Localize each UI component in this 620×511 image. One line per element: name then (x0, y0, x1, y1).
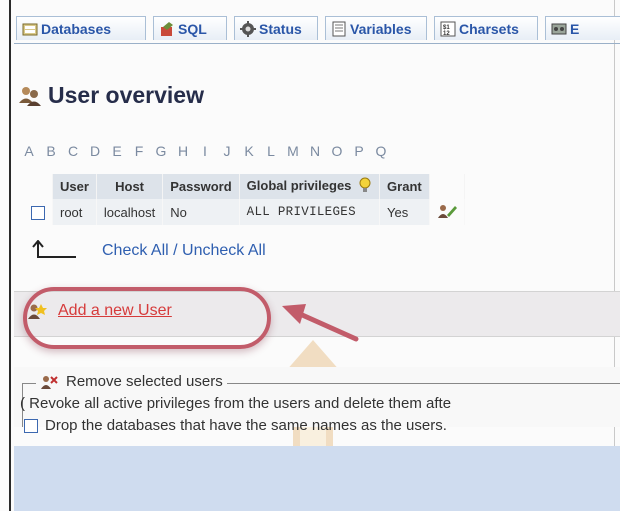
initial-link-g[interactable]: G (150, 143, 172, 159)
header-password[interactable]: Password (162, 174, 240, 199)
initial-link-f[interactable]: F (128, 143, 150, 159)
frame-border-left (9, 0, 11, 511)
tab-databases[interactable]: Databases (16, 16, 146, 40)
initial-link-d[interactable]: D (84, 143, 106, 159)
remove-user-icon (40, 374, 58, 390)
initial-link-a[interactable]: A (18, 143, 40, 159)
page-title-text: User overview (48, 82, 204, 108)
charsets-icon: $1 12 (440, 21, 456, 37)
initial-link-b[interactable]: B (40, 143, 62, 159)
engines-icon (551, 21, 567, 37)
table-header-row: User Host Password Global privileges Gra… (24, 174, 465, 199)
cell-host: localhost (96, 199, 164, 225)
tab-label: E (570, 20, 580, 37)
revoke-label: ( Revoke all active privileges from the … (20, 395, 452, 412)
row-checkbox-cell (24, 199, 53, 225)
initial-link-n[interactable]: N (304, 143, 326, 159)
row-checkbox[interactable] (31, 205, 45, 220)
header-spacer (24, 174, 53, 199)
tab-label: SQL (178, 20, 207, 37)
tab-label: Variables (350, 20, 412, 37)
table-row: root localhost No ALL PRIVILEGES Yes (24, 199, 465, 225)
tab-variables[interactable]: Variables (325, 16, 427, 40)
server-tab-bar: Databases SQL Status Variables $1 12 Char… (14, 12, 620, 46)
check-all-row: Check All / Uncheck All (30, 239, 266, 262)
tab-label: Charsets (459, 20, 519, 37)
header-global-privileges[interactable]: Global privileges (239, 174, 381, 199)
initial-link-i[interactable]: I (194, 143, 216, 159)
initial-link-l[interactable]: L (260, 143, 282, 159)
drop-databases-label: Drop the databases that have the same na… (45, 417, 447, 434)
tab-status[interactable]: Status (234, 16, 318, 40)
cell-password: No (162, 199, 240, 225)
users-icon (18, 85, 42, 107)
cell-grant: Yes (379, 199, 430, 225)
tab-label: Databases (41, 20, 112, 37)
initial-link-m[interactable]: M (282, 143, 304, 159)
footer-panel (14, 446, 620, 511)
drop-databases-checkbox[interactable] (24, 418, 38, 433)
tab-bar-line (14, 43, 620, 44)
initial-link-p[interactable]: P (348, 143, 370, 159)
variables-icon (331, 21, 347, 37)
database-icon (22, 21, 38, 37)
remove-users-label: Remove selected users (66, 373, 223, 390)
page-title: User overview (18, 82, 204, 109)
header-host[interactable]: Host (96, 174, 164, 199)
initial-link-j[interactable]: J (216, 143, 238, 159)
initials-index: ABCDEFGHIJKLMNOPQ (18, 143, 392, 159)
edit-privileges-icon[interactable] (437, 203, 457, 222)
svg-text:12: 12 (443, 31, 450, 37)
cell-privileges: ALL PRIVILEGES (239, 199, 381, 225)
tab-engines[interactable]: E (545, 16, 620, 40)
status-icon (240, 20, 256, 37)
tab-label: Status (259, 20, 302, 37)
initial-link-q[interactable]: Q (370, 143, 392, 159)
remove-users-legend: Remove selected users (36, 373, 227, 390)
hint-bulb-icon[interactable] (358, 177, 372, 196)
header-user[interactable]: User (52, 174, 97, 199)
sql-icon (159, 21, 175, 37)
revoke-option[interactable]: ( Revoke all active privileges from the … (20, 395, 451, 412)
drop-databases-option[interactable]: Drop the databases that have the same na… (24, 417, 447, 434)
header-spacer (429, 174, 465, 199)
initial-link-e[interactable]: E (106, 143, 128, 159)
edit-cell (429, 199, 465, 225)
check-all-link[interactable]: Check All / Uncheck All (102, 242, 266, 260)
corner-arrow-icon (30, 239, 80, 262)
initial-link-k[interactable]: K (238, 143, 260, 159)
highlight-ellipse (23, 287, 271, 349)
initial-link-h[interactable]: H (172, 143, 194, 159)
initial-link-o[interactable]: O (326, 143, 348, 159)
header-grant[interactable]: Grant (379, 174, 430, 199)
frame-border-right (614, 0, 615, 511)
cell-user: root (52, 199, 97, 225)
tab-charsets[interactable]: $1 12 Charsets (434, 16, 538, 40)
tab-sql[interactable]: SQL (153, 16, 227, 40)
initial-link-c[interactable]: C (62, 143, 84, 159)
header-global-privileges-label: Global privileges (246, 177, 352, 193)
users-table: User Host Password Global privileges Gra… (24, 174, 465, 225)
